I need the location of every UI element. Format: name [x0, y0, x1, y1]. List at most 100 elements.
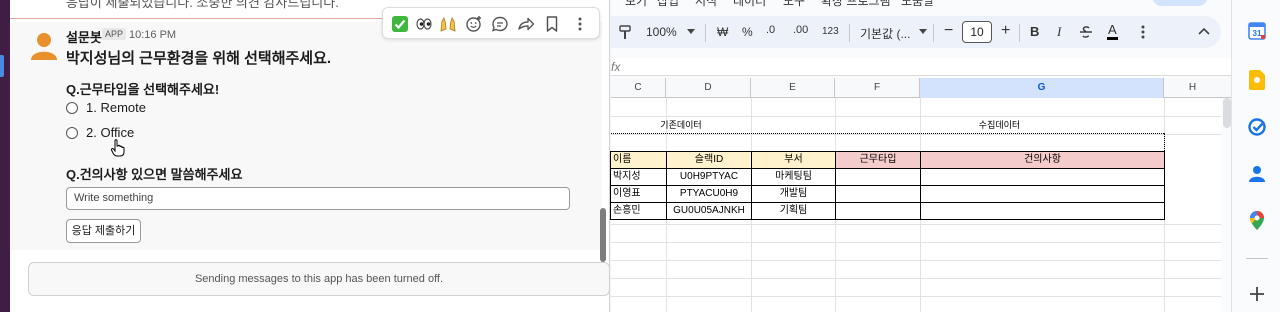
- column-header-h[interactable]: H: [1164, 78, 1221, 98]
- strikethrough-icon[interactable]: [1079, 25, 1093, 39]
- number-format-button[interactable]: 123: [822, 26, 839, 37]
- table-header-cell[interactable]: 건의사항: [920, 151, 1165, 169]
- add-icon[interactable]: [1250, 287, 1264, 301]
- chevron-down-icon[interactable]: [687, 29, 695, 35]
- active-workspace-indicator: [0, 55, 4, 77]
- message-actions-toolbar: [382, 7, 600, 39]
- keep-icon[interactable]: [1249, 70, 1265, 90]
- tasks-icon[interactable]: [1248, 118, 1266, 136]
- contacts-icon[interactable]: [1249, 165, 1265, 183]
- table-cell[interactable]: [835, 202, 921, 220]
- bot-avatar[interactable]: [28, 30, 60, 62]
- menu-format[interactable]: 서식: [695, 0, 717, 9]
- reply-thread-icon[interactable]: [491, 15, 509, 33]
- table-cell[interactable]: U0H9PTYAC: [666, 168, 752, 186]
- radio-option-label: 2. Office: [86, 125, 135, 140]
- decrease-decimal-button[interactable]: .0: [766, 24, 775, 36]
- more-actions-icon[interactable]: [571, 15, 589, 33]
- table-cell[interactable]: 손흥민: [610, 202, 667, 220]
- table-cell[interactable]: 개발팀: [751, 185, 836, 203]
- message-sender[interactable]: 설문봇: [66, 27, 102, 46]
- italic-button[interactable]: I: [1057, 24, 1061, 40]
- dotted-separator: [1164, 133, 1165, 151]
- spreadsheet-grid[interactable]: 기존데이터 수집데이터 이름 슬랙ID 부서 근무타입 건의사항 박지성 U0H…: [610, 98, 1221, 312]
- raised-hands-reaction-icon[interactable]: [439, 15, 457, 33]
- gridline: [611, 134, 1221, 135]
- table-header-cell[interactable]: 이름: [610, 151, 667, 169]
- message-headline: 박지성님의 근무환경을 위해 선택해주세요.: [66, 50, 332, 67]
- table-header-cell[interactable]: 부서: [751, 151, 836, 169]
- table-cell[interactable]: [920, 202, 1165, 220]
- column-header-e[interactable]: E: [751, 78, 835, 98]
- suggestion-input[interactable]: Write something: [66, 187, 570, 210]
- formula-bar[interactable]: [611, 58, 1231, 76]
- menu-extensions[interactable]: 확장 프로그램: [821, 0, 891, 9]
- radio-button[interactable]: [66, 127, 78, 139]
- slack-app-panel: 응답이 제출되었습니다. 소중한 의견 감사드립니다. 설문봇 APP 10:1…: [10, 0, 610, 312]
- share-icon[interactable]: [517, 15, 535, 33]
- table-cell[interactable]: [835, 185, 921, 203]
- chevron-down-icon[interactable]: [919, 29, 927, 35]
- decrease-font-size-icon[interactable]: −: [944, 22, 953, 40]
- menu-view[interactable]: 보기: [625, 0, 647, 9]
- bookmark-icon[interactable]: [543, 15, 561, 33]
- table-cell[interactable]: [920, 168, 1165, 186]
- hand-pointer-cursor-icon: [110, 139, 125, 157]
- paint-format-icon[interactable]: [617, 24, 633, 40]
- menu-data[interactable]: 데이터: [733, 0, 766, 9]
- message-list-scrollbar[interactable]: [600, 208, 606, 262]
- table-cell[interactable]: [835, 168, 921, 186]
- increase-decimal-button[interactable]: .00: [793, 24, 808, 36]
- font-family-select[interactable]: 기본값 (...: [860, 25, 910, 42]
- check-reaction-icon[interactable]: [391, 15, 409, 33]
- gridline: [611, 224, 1221, 225]
- radio-option-remote[interactable]: 1. Remote: [66, 100, 186, 116]
- table-cell[interactable]: [920, 185, 1165, 203]
- table-cell[interactable]: PTYACU0H9: [666, 185, 752, 203]
- column-header-f[interactable]: F: [835, 78, 920, 98]
- add-reaction-icon[interactable]: [465, 15, 483, 33]
- column-header-g[interactable]: G: [920, 78, 1164, 98]
- table-cell[interactable]: 박지성: [610, 168, 667, 186]
- more-options-icon[interactable]: [1135, 24, 1151, 40]
- message-timestamp[interactable]: 10:16 PM: [129, 29, 176, 41]
- column-header-c[interactable]: C: [611, 78, 666, 98]
- sheet-vertical-scrollbar[interactable]: [1223, 98, 1231, 128]
- gridline: [611, 242, 1221, 243]
- table-header-cell[interactable]: 슬랙ID: [666, 151, 752, 169]
- slack-sidebar-strip: [0, 0, 10, 312]
- radio-option-office[interactable]: 2. Office: [66, 125, 186, 141]
- group-label-existing[interactable]: 기존데이터: [611, 118, 751, 131]
- column-header-row: C D E F G H: [611, 78, 1231, 98]
- currency-format-button[interactable]: ₩: [717, 25, 728, 39]
- percent-format-button[interactable]: %: [742, 25, 753, 39]
- calendar-icon[interactable]: 31: [1248, 22, 1266, 40]
- gridline: [611, 260, 1221, 261]
- toolbar-divider: [849, 24, 850, 42]
- table-cell[interactable]: 마케팅팀: [751, 168, 836, 186]
- eyes-reaction-icon[interactable]: [415, 15, 433, 33]
- group-label-collected[interactable]: 수집데이터: [835, 118, 1164, 131]
- submit-response-button[interactable]: 응답 제출하기: [66, 219, 141, 243]
- column-header-d[interactable]: D: [666, 78, 751, 98]
- messaging-disabled-notice: Sending messages to this app has been tu…: [28, 262, 610, 296]
- table-cell[interactable]: 기획팀: [751, 202, 836, 220]
- work-type-question: Q.근무타입을 선택해주세요!: [66, 82, 220, 97]
- menu-insert[interactable]: 삽입: [657, 0, 679, 9]
- table-cell[interactable]: GU0U05AJNKH: [666, 202, 752, 220]
- table-header-cell[interactable]: 근무타입: [835, 151, 921, 169]
- menu-help[interactable]: 도움말: [901, 0, 934, 9]
- share-button-partial[interactable]: [1152, 0, 1208, 6]
- svg-text:31: 31: [1253, 29, 1262, 38]
- menu-tools[interactable]: 도구: [783, 0, 805, 9]
- radio-button[interactable]: [66, 102, 78, 114]
- chevron-up-icon[interactable]: [1198, 27, 1210, 35]
- increase-font-size-icon[interactable]: +: [1001, 22, 1010, 40]
- gridline: [611, 116, 1221, 117]
- text-color-button[interactable]: A: [1107, 23, 1118, 40]
- bold-button[interactable]: B: [1030, 24, 1039, 39]
- table-cell[interactable]: 이영표: [610, 185, 667, 203]
- zoom-select[interactable]: 100%: [646, 25, 677, 39]
- font-size-input[interactable]: 10: [962, 21, 992, 43]
- maps-icon[interactable]: [1250, 211, 1264, 230]
